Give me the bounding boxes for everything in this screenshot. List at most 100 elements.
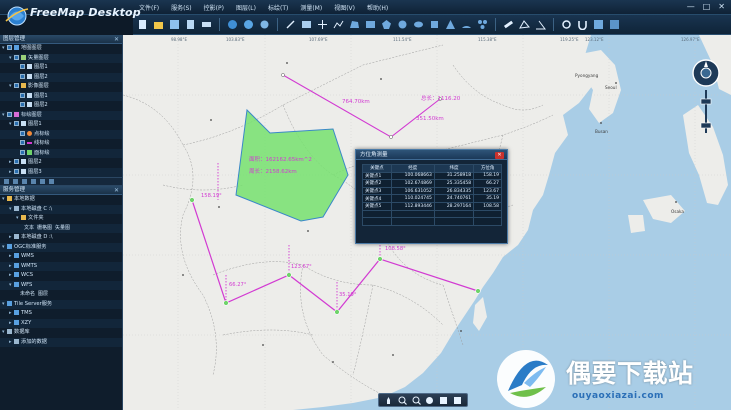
- globe-icon[interactable]: [227, 19, 238, 30]
- checkbox[interactable]: [20, 149, 25, 155]
- service-tree-item[interactable]: ▸ WMTS: [0, 261, 122, 271]
- image-icon[interactable]: [301, 19, 312, 30]
- settings-icon[interactable]: [561, 19, 572, 30]
- area-measure-icon[interactable]: [519, 19, 530, 30]
- table-icon[interactable]: [609, 19, 620, 30]
- export-map-icon[interactable]: [453, 396, 462, 405]
- zoom-out-icon[interactable]: [412, 396, 421, 405]
- shapes-icon[interactable]: [477, 19, 488, 30]
- menu-help[interactable]: 帮助(H): [361, 2, 394, 13]
- unnamed-item[interactable]: 未命名: [20, 290, 35, 300]
- pin-icon[interactable]: ✕: [114, 186, 119, 195]
- checkbox[interactable]: [7, 45, 12, 50]
- vector-file-item[interactable]: 矢量图: [55, 224, 70, 234]
- service-tree-item[interactable]: ▸ XZY: [0, 318, 122, 328]
- layer-tree-item[interactable]: ▾ 地图图层: [0, 44, 122, 54]
- ruler-icon[interactable]: [503, 19, 514, 30]
- layer-tree-item[interactable]: 图层1: [0, 63, 122, 73]
- minimize-button[interactable]: —: [687, 2, 695, 11]
- full-extent-icon[interactable]: [425, 396, 434, 405]
- grid-icon[interactable]: [593, 19, 604, 30]
- checkbox[interactable]: [14, 159, 19, 164]
- checkbox[interactable]: [14, 121, 19, 126]
- layer-icon[interactable]: [259, 19, 270, 30]
- service-tree-item[interactable]: ▸ WCS: [0, 271, 122, 281]
- service-tree-item[interactable]: ▾ 本地数据: [0, 195, 122, 205]
- table-row[interactable]: 关键点5 112.893446 28.297164 108.58: [362, 201, 502, 211]
- layer-tree-item[interactable]: 点标绘: [0, 129, 122, 139]
- zoom-in-icon[interactable]: [398, 396, 407, 405]
- menu-plot[interactable]: 标绘(T): [262, 2, 294, 13]
- sector-icon[interactable]: [461, 19, 472, 30]
- checkbox[interactable]: [14, 168, 19, 174]
- service-tree-item[interactable]: ▾ 文件夹: [0, 214, 122, 224]
- square-icon[interactable]: [429, 19, 440, 30]
- layer-tree-item[interactable]: ▾ 图层1: [0, 120, 122, 130]
- service-tree-item[interactable]: ▾ OGC标准服务: [0, 242, 122, 252]
- close-window-button[interactable]: ✕: [718, 2, 725, 11]
- checkbox[interactable]: [14, 54, 19, 60]
- service-tree-item[interactable]: ▸ 本地磁盘 D :\: [0, 233, 122, 243]
- checkbox[interactable]: [20, 130, 25, 136]
- layer-tree-item[interactable]: ▾ 标绘图层: [0, 110, 122, 120]
- remove-layer-icon[interactable]: [13, 179, 18, 184]
- table-row[interactable]: 关键点2 102.674869 25.335458 66.27: [362, 179, 502, 188]
- layer-tree-item[interactable]: ▸ 图层2: [0, 158, 122, 168]
- service-tree-item[interactable]: ▾ 数据库: [0, 328, 122, 338]
- layer-tree-item[interactable]: 图层2: [0, 72, 122, 82]
- edit-layer-icon[interactable]: [40, 179, 45, 184]
- move-up-icon[interactable]: [22, 179, 27, 184]
- checkbox[interactable]: [20, 73, 25, 79]
- service-tree-item[interactable]: ▾ Tile Server服务: [0, 299, 122, 309]
- table-row[interactable]: 关键点3 106.631052 26.834335 123.67: [362, 186, 502, 196]
- service-tree-item[interactable]: ▾ 本地磁盘 C :\: [0, 204, 122, 214]
- checkbox[interactable]: [14, 83, 19, 88]
- checkbox[interactable]: [20, 102, 25, 107]
- magnet-icon[interactable]: [577, 19, 588, 30]
- menu-control[interactable]: 控影(P): [198, 2, 230, 13]
- maximize-button[interactable]: □: [703, 2, 711, 11]
- pan-icon[interactable]: [384, 396, 393, 405]
- layer-tree-item[interactable]: ▸ 图层3: [0, 167, 122, 177]
- service-tree-item[interactable]: ▸ TMS: [0, 309, 122, 319]
- layer-settings-icon[interactable]: [49, 179, 54, 184]
- menu-service[interactable]: 服务(S): [165, 2, 198, 13]
- globe-2-icon[interactable]: [243, 19, 254, 30]
- pin-icon[interactable]: ✕: [114, 35, 119, 44]
- checkbox[interactable]: [20, 92, 25, 98]
- pentagon-icon[interactable]: [381, 19, 392, 30]
- layer-tree-item[interactable]: ▾ 矢量图层: [0, 53, 122, 63]
- crosshair-icon[interactable]: [317, 19, 328, 30]
- checkbox[interactable]: [20, 64, 25, 69]
- polygon-icon[interactable]: [349, 19, 360, 30]
- save-icon[interactable]: [169, 19, 180, 30]
- layer-tree-item[interactable]: 线标绘: [0, 139, 122, 149]
- layer-tree-item[interactable]: 图层1: [0, 91, 122, 101]
- checkbox[interactable]: [20, 140, 25, 145]
- service-tree-item[interactable]: ▸ 添加的数据: [0, 337, 122, 347]
- layer-tree-item[interactable]: 面标绘: [0, 148, 122, 158]
- polyline-icon[interactable]: [333, 19, 344, 30]
- circle-icon[interactable]: [397, 19, 408, 30]
- menu-view[interactable]: 视图(V): [328, 2, 361, 13]
- layer-tree-item[interactable]: 图层2: [0, 101, 122, 111]
- add-layer-icon[interactable]: [4, 179, 9, 184]
- menu-layer[interactable]: 图层(L): [230, 2, 262, 13]
- angle-measure-icon[interactable]: [535, 19, 546, 30]
- navigation-compass[interactable]: [691, 59, 721, 139]
- table-row[interactable]: 关键点4 110.024745 24.740761 35.19: [362, 194, 502, 203]
- edit-icon[interactable]: [439, 396, 448, 405]
- menu-measure[interactable]: 测量(M): [294, 2, 328, 13]
- rectangle-icon[interactable]: [365, 19, 376, 30]
- text-file-item[interactable]: 文本: [24, 224, 34, 234]
- layer-item[interactable]: 图层: [38, 290, 48, 300]
- service-tree-item[interactable]: ▾ WFS: [0, 280, 122, 290]
- checkbox[interactable]: [7, 111, 12, 117]
- ellipse-icon[interactable]: [413, 19, 424, 30]
- new-file-icon[interactable]: [137, 19, 148, 30]
- service-tree-item[interactable]: ▸ WMS: [0, 252, 122, 262]
- table-row[interactable]: 关键点1 100.068663 31.258918 158.19: [362, 171, 502, 181]
- layer-tree-item[interactable]: ▾ 影像图层: [0, 82, 122, 92]
- pen-icon[interactable]: [285, 19, 296, 30]
- move-down-icon[interactable]: [31, 179, 36, 184]
